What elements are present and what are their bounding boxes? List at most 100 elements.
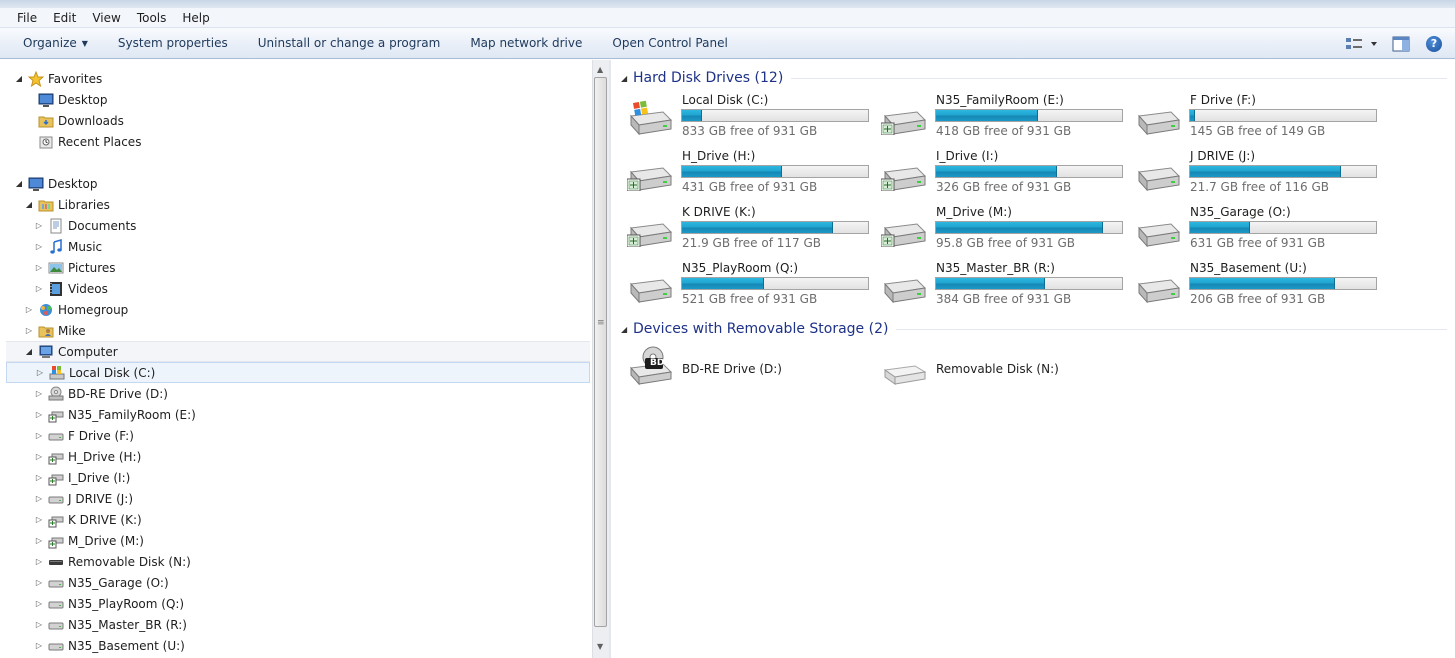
bd-drive-icon: [48, 386, 64, 402]
drive-tile[interactable]: I_Drive (I:) 326 GB free of 931 GB: [865, 149, 1123, 199]
nav-item[interactable]: ◢ Desktop: [0, 173, 592, 194]
nav-item[interactable]: ▷ BD-RE Drive (D:): [0, 383, 592, 404]
drive-tile[interactable]: J DRIVE (J:) 21.7 GB free of 116 GB: [1119, 149, 1377, 199]
menu-help[interactable]: Help: [174, 9, 217, 27]
tree-expand-icon[interactable]: ▷: [34, 284, 44, 293]
nav-item[interactable]: ▷ Mike: [0, 320, 592, 341]
drive-tile[interactable]: K DRIVE (K:) 21.9 GB free of 117 GB: [611, 205, 869, 255]
tree-expand-icon[interactable]: ▷: [24, 305, 34, 314]
scroll-down-arrow-icon[interactable]: ▼: [597, 642, 603, 651]
removable-disk-icon: [48, 554, 64, 570]
scroll-up-arrow-icon[interactable]: ▲: [597, 65, 603, 74]
tree-expand-icon[interactable]: ▷: [34, 599, 44, 608]
nav-item[interactable]: ▷ Homegroup: [0, 299, 592, 320]
content-pane: ◢ Hard Disk Drives (12) Local Disk (C:) 8…: [611, 60, 1455, 658]
nav-item[interactable]: ▷ Music: [0, 236, 592, 257]
drive-tile[interactable]: N35_Basement (U:) 206 GB free of 931 GB: [1119, 261, 1377, 311]
nav-item[interactable]: ▷ N35_Basement (U:): [0, 635, 592, 656]
menu-edit[interactable]: Edit: [45, 9, 84, 27]
menu-file[interactable]: File: [9, 9, 45, 27]
nav-item[interactable]: ◢ Libraries: [0, 194, 592, 215]
drive-tile[interactable]: N35_FamilyRoom (E:) 418 GB free of 931 GB: [865, 93, 1123, 143]
map-network-drive-button[interactable]: Map network drive: [455, 32, 597, 54]
menu-tools[interactable]: Tools: [129, 9, 175, 27]
drive-tile[interactable]: Local Disk (C:) 833 GB free of 931 GB: [611, 93, 869, 143]
tree-expand-icon[interactable]: ▷: [34, 620, 44, 629]
group-header-hard-disks[interactable]: ◢ Hard Disk Drives (12): [621, 67, 1447, 89]
nav-item[interactable]: ▷ M_Drive (M:): [0, 530, 592, 551]
tree-collapse-icon[interactable]: ◢: [14, 179, 24, 188]
tree-collapse-icon[interactable]: ◢: [24, 347, 34, 356]
drive-usage-bar: [681, 221, 869, 234]
drive-tile[interactable]: N35_Garage (O:) 631 GB free of 931 GB: [1119, 205, 1377, 255]
nav-item[interactable]: ▷ H_Drive (H:): [0, 446, 592, 467]
tree-expand-icon[interactable]: ▷: [34, 515, 44, 524]
nav-item-label: Desktop: [58, 92, 108, 107]
tree-expand-icon[interactable]: ▷: [24, 326, 34, 335]
tree-expand-icon[interactable]: ▷: [34, 431, 44, 440]
nav-item[interactable]: ▷ Pictures: [0, 257, 592, 278]
tree-collapse-icon[interactable]: ◢: [14, 74, 24, 83]
tree-expand-icon[interactable]: ▷: [34, 494, 44, 503]
tree-collapse-icon[interactable]: ◢: [24, 200, 34, 209]
system-properties-button[interactable]: System properties: [103, 32, 243, 54]
nav-item-label: F Drive (F:): [68, 428, 134, 443]
nav-scrollbar[interactable]: ▲ ▼: [592, 60, 609, 658]
removable-disk-icon: [881, 354, 927, 390]
drive-tile[interactable]: M_Drive (M:) 95.8 GB free of 931 GB: [865, 205, 1123, 255]
nav-item[interactable]: ▷ N35_FamilyRoom (E:): [0, 404, 592, 425]
nav-item[interactable]: Recent Places: [0, 131, 592, 152]
group-collapse-icon[interactable]: ◢: [621, 325, 631, 334]
nav-item-label: BD-RE Drive (D:): [68, 386, 168, 401]
nav-item[interactable]: ▷ N35_PlayRoom (Q:): [0, 593, 592, 614]
nav-item[interactable]: ▷ Videos: [0, 278, 592, 299]
group-header-removable[interactable]: ◢ Devices with Removable Storage (2): [621, 318, 1447, 340]
nav-item[interactable]: ▷ I_Drive (I:): [0, 467, 592, 488]
nav-item[interactable]: ▷ N35_Garage (O:): [0, 572, 592, 593]
drive-tile[interactable]: N35_Master_BR (R:) 384 GB free of 931 GB: [865, 261, 1123, 311]
nav-item[interactable]: Downloads: [0, 110, 592, 131]
nav-item[interactable]: ▷ J DRIVE (J:): [0, 488, 592, 509]
removable-device-tile[interactable]: BD BD-RE Drive (D:): [611, 346, 861, 396]
tree-expand-icon[interactable]: ▷: [34, 578, 44, 587]
nav-item[interactable]: ▷ Removable Disk (N:): [0, 551, 592, 572]
drive-free-space: 21.9 GB free of 117 GB: [682, 236, 821, 250]
drive-usage-fill: [682, 278, 764, 289]
tree-expand-icon[interactable]: ▷: [34, 410, 44, 419]
change-view-button[interactable]: [1344, 33, 1380, 55]
drive-tile[interactable]: H_Drive (H:) 431 GB free of 931 GB: [611, 149, 869, 199]
tree-expand-icon[interactable]: ▷: [34, 263, 44, 272]
tree-expand-icon[interactable]: ▷: [34, 473, 44, 482]
hard-drive-icon: [48, 491, 64, 507]
drive-tile[interactable]: F Drive (F:) 145 GB free of 149 GB: [1119, 93, 1377, 143]
nav-item[interactable]: ▷ Documents: [0, 215, 592, 236]
scrollbar-thumb[interactable]: [594, 77, 607, 627]
menu-view[interactable]: View: [84, 9, 128, 27]
tree-expand-icon[interactable]: ▷: [34, 641, 44, 650]
tree-expand-icon[interactable]: ▷: [34, 221, 44, 230]
tree-expand-icon[interactable]: ▷: [34, 557, 44, 566]
tree-expand-icon[interactable]: ▷: [34, 536, 44, 545]
nav-item[interactable]: ◢ Favorites: [0, 68, 592, 89]
drive-tile[interactable]: N35_PlayRoom (Q:) 521 GB free of 931 GB: [611, 261, 869, 311]
tree-expand-icon[interactable]: ▷: [34, 452, 44, 461]
nav-item[interactable]: ▷ N35_Master_BR (R:): [0, 614, 592, 635]
tree-expand-icon[interactable]: ▷: [34, 242, 44, 251]
group-collapse-icon[interactable]: ◢: [621, 74, 631, 83]
nav-item-label: N35_PlayRoom (Q:): [68, 596, 185, 611]
removable-device-tile[interactable]: Removable Disk (N:): [865, 346, 1115, 396]
nav-item[interactable]: ▷ Local Disk (C:): [6, 362, 590, 383]
tree-expand-icon[interactable]: ▷: [35, 368, 45, 377]
drive-free-space: 145 GB free of 149 GB: [1190, 124, 1326, 138]
preview-pane-button[interactable]: [1389, 33, 1413, 55]
uninstall-program-button[interactable]: Uninstall or change a program: [243, 32, 456, 54]
nav-item[interactable]: ▷ F Drive (F:): [0, 425, 592, 446]
help-button[interactable]: ?: [1422, 33, 1446, 55]
nav-item[interactable]: Desktop: [0, 89, 592, 110]
nav-item[interactable]: ▷ K DRIVE (K:): [0, 509, 592, 530]
nav-item-label: Removable Disk (N:): [68, 554, 191, 569]
tree-expand-icon[interactable]: ▷: [34, 389, 44, 398]
organize-button[interactable]: Organize ▼: [8, 32, 103, 55]
open-control-panel-button[interactable]: Open Control Panel: [597, 32, 742, 54]
nav-item[interactable]: ◢ Computer: [6, 341, 590, 362]
